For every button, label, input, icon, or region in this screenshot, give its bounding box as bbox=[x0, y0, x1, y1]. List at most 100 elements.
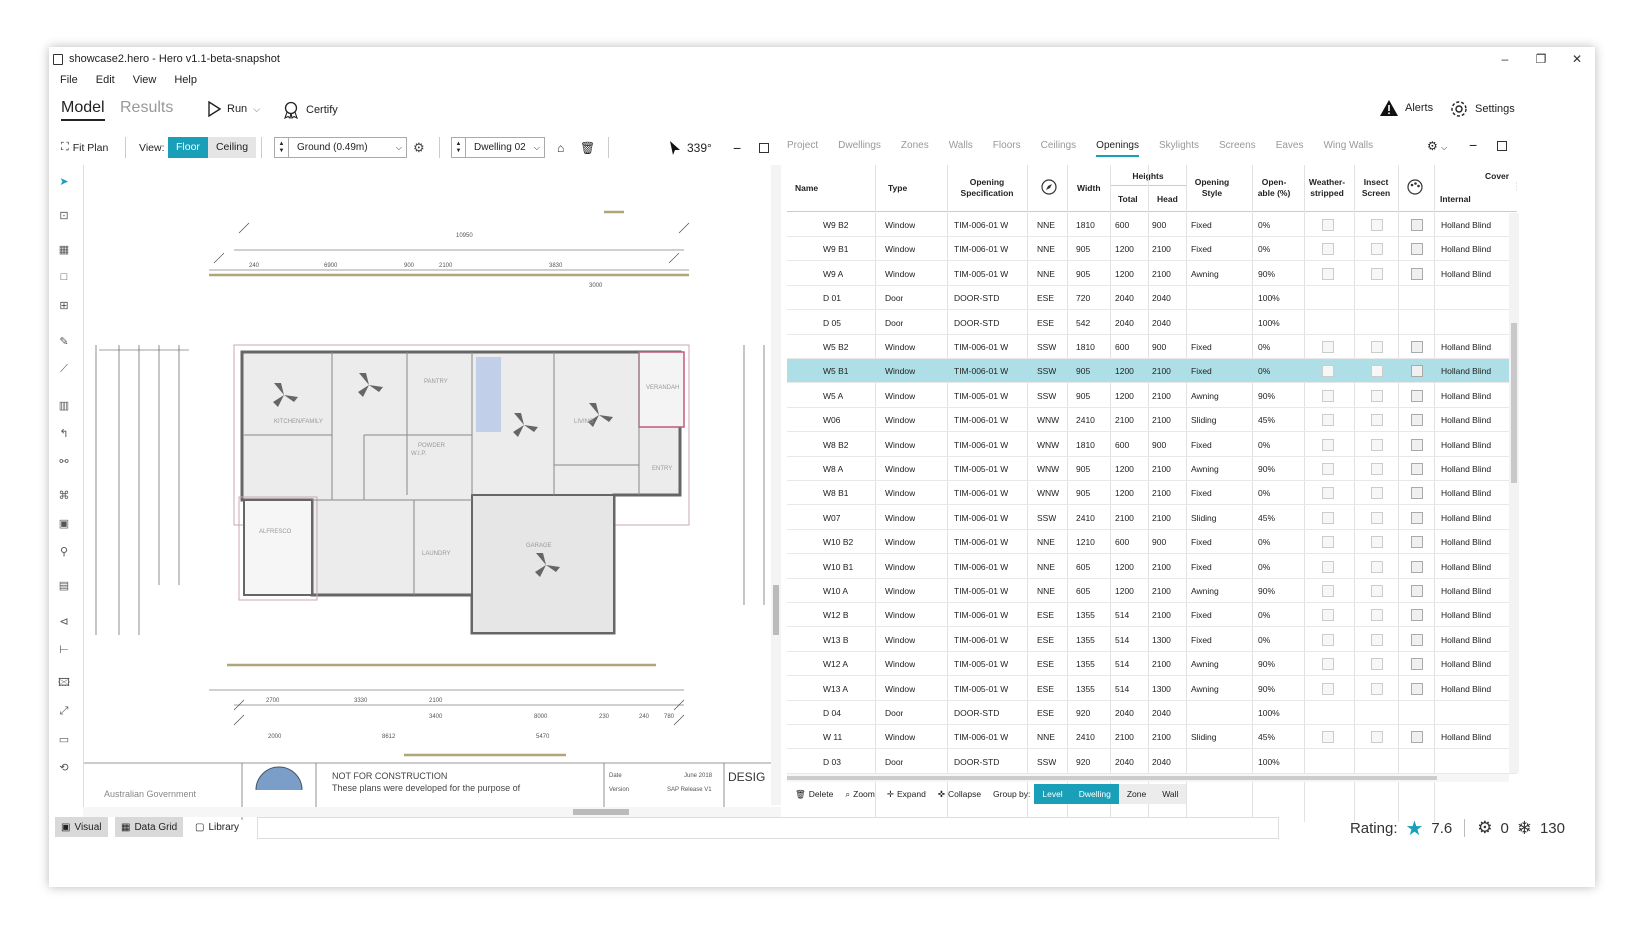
col-total[interactable]: Total bbox=[1118, 194, 1138, 205]
delete-button[interactable]: 🗑 Delete bbox=[795, 789, 833, 800]
cell-internal-cover[interactable]: Holland Blind bbox=[1441, 237, 1491, 261]
cell-spec[interactable]: TIM-006-01 W bbox=[954, 506, 1008, 530]
insect-screen-checkbox[interactable] bbox=[1371, 682, 1383, 695]
tab-model[interactable]: Model bbox=[61, 99, 105, 121]
orientation-control[interactable]: 339° bbox=[667, 137, 712, 158]
cell-type[interactable]: Door bbox=[885, 750, 903, 774]
cell-width[interactable]: 1355 bbox=[1076, 603, 1095, 627]
cell-type[interactable]: Window bbox=[885, 652, 915, 676]
alerts-button[interactable]: Alerts bbox=[1379, 99, 1433, 117]
cell-internal-cover[interactable]: Holland Blind bbox=[1441, 628, 1491, 652]
visual-button[interactable]: ▣ Visual bbox=[55, 817, 108, 837]
tab-openings[interactable]: Openings bbox=[1096, 135, 1139, 157]
cell-name[interactable]: D 04 bbox=[823, 701, 841, 725]
cell-style[interactable]: Awning bbox=[1191, 384, 1219, 408]
cell-style[interactable]: Fixed bbox=[1191, 335, 1212, 359]
weatherstripped-checkbox[interactable] bbox=[1322, 536, 1334, 549]
table-row[interactable]: D 05 Door DOOR-STD ESE 542 2040 2040 100% bbox=[787, 311, 1517, 335]
cell-head-height[interactable]: 2100 bbox=[1152, 481, 1171, 505]
cell-total-height[interactable]: 1200 bbox=[1115, 481, 1134, 505]
close-button[interactable]: ✕ bbox=[1559, 47, 1595, 71]
table-row[interactable]: W5 A Window TIM-005-01 W SSW 905 1200 2100 Awni… bbox=[787, 384, 1517, 408]
col-head[interactable]: Head bbox=[1157, 194, 1178, 205]
tab-ceilings[interactable]: Ceilings bbox=[1041, 135, 1077, 157]
cell-spec[interactable]: TIM-005-01 W bbox=[954, 384, 1008, 408]
cell-width[interactable]: 920 bbox=[1076, 701, 1090, 725]
cell-width[interactable]: 905 bbox=[1076, 237, 1090, 261]
cell-total-height[interactable]: 514 bbox=[1115, 603, 1129, 627]
col-internal[interactable]: Internal bbox=[1440, 194, 1471, 205]
group-level[interactable]: Level bbox=[1034, 784, 1071, 804]
cover-checkbox[interactable] bbox=[1411, 560, 1423, 573]
tab-walls[interactable]: Walls bbox=[949, 135, 973, 157]
table-row[interactable]: W9 B1 Window TIM-006-01 W NNE 905 1200 2100 Fix… bbox=[787, 237, 1517, 262]
table-row[interactable]: W12 B Window TIM-006-01 W ESE 1355 514 2100 Fix… bbox=[787, 603, 1517, 628]
grid-maximize-button[interactable] bbox=[1497, 141, 1507, 151]
insect-screen-checkbox[interactable] bbox=[1371, 267, 1383, 280]
insect-screen-checkbox[interactable] bbox=[1371, 341, 1383, 353]
cell-openable[interactable]: 0% bbox=[1258, 555, 1270, 579]
cell-type[interactable]: Door bbox=[885, 701, 903, 725]
cell-openable[interactable]: 0% bbox=[1258, 628, 1270, 652]
dwelling-stepper[interactable]: ▲ ▼ bbox=[452, 138, 466, 157]
cell-openable[interactable]: 90% bbox=[1258, 384, 1275, 408]
door-tool-icon[interactable]: ↰ bbox=[56, 425, 72, 441]
col-width[interactable]: Width bbox=[1077, 183, 1101, 194]
menu-edit[interactable]: Edit bbox=[85, 71, 122, 89]
tab-screens[interactable]: Screens bbox=[1219, 135, 1256, 157]
grid-settings-button[interactable]: ⚙ ⌵ bbox=[1427, 139, 1447, 153]
cell-internal-cover[interactable]: Holland Blind bbox=[1441, 408, 1491, 432]
cell-type[interactable]: Window bbox=[885, 530, 915, 554]
table-row[interactable]: W10 B2 Window TIM-006-01 W NNE 1210 600 900 Fix… bbox=[787, 530, 1517, 555]
cell-spec[interactable]: TIM-005-01 W bbox=[954, 579, 1008, 603]
cell-spec[interactable]: TIM-006-01 W bbox=[954, 725, 1008, 749]
cell-openable[interactable]: 100% bbox=[1258, 750, 1280, 774]
cell-name[interactable]: W9 B1 bbox=[823, 237, 849, 261]
cell-style[interactable]: Fixed bbox=[1191, 628, 1212, 652]
cell-name[interactable]: W10 B1 bbox=[823, 555, 853, 579]
cell-spec[interactable]: TIM-006-01 W bbox=[954, 237, 1008, 261]
cell-orientation[interactable]: NNE bbox=[1037, 579, 1055, 603]
cell-orientation[interactable]: NNE bbox=[1037, 213, 1055, 237]
tab-skylights[interactable]: Skylights bbox=[1159, 135, 1199, 157]
cover-checkbox[interactable] bbox=[1411, 731, 1423, 744]
cell-head-height[interactable]: 900 bbox=[1152, 433, 1166, 457]
cell-openable[interactable]: 45% bbox=[1258, 725, 1275, 749]
cover-checkbox[interactable] bbox=[1411, 365, 1423, 378]
scale-tool-icon[interactable]: ⤢ bbox=[56, 703, 72, 719]
table-row[interactable]: W10 B1 Window TIM-006-01 W NNE 605 1200 2100 Fi… bbox=[787, 555, 1517, 579]
cell-orientation[interactable]: SSW bbox=[1037, 384, 1056, 408]
cell-type[interactable]: Window bbox=[885, 213, 915, 237]
cell-orientation[interactable]: ESE bbox=[1037, 701, 1054, 725]
table-row[interactable]: W13 A Window TIM-005-01 W ESE 1355 514 1300 Awn… bbox=[787, 677, 1517, 701]
select-tool-icon[interactable]: ➤ bbox=[56, 173, 72, 189]
weatherstripped-checkbox[interactable] bbox=[1322, 731, 1334, 744]
table-row[interactable]: D 03 Door DOOR-STD SSW 920 2040 2040 100% bbox=[787, 750, 1517, 774]
insect-screen-checkbox[interactable] bbox=[1371, 365, 1383, 378]
cover-checkbox[interactable] bbox=[1411, 609, 1423, 622]
branch-tool-icon[interactable]: ⊢ bbox=[56, 641, 72, 657]
cell-head-height[interactable]: 2100 bbox=[1152, 384, 1171, 408]
table-row[interactable]: W9 B2 Window TIM-006-01 W NNE 1810 600 900 Fixe… bbox=[787, 213, 1517, 237]
cell-name[interactable]: W5 A bbox=[823, 384, 843, 408]
menu-help[interactable]: Help bbox=[163, 71, 204, 89]
cell-orientation[interactable]: ESE bbox=[1037, 628, 1054, 652]
cell-name[interactable]: D 01 bbox=[823, 286, 841, 310]
cell-head-height[interactable]: 2040 bbox=[1152, 286, 1171, 310]
cell-spec[interactable]: TIM-006-01 W bbox=[954, 481, 1008, 505]
zoom-out-button[interactable]: − bbox=[733, 137, 741, 158]
cell-total-height[interactable]: 1200 bbox=[1115, 579, 1134, 603]
weatherstripped-checkbox[interactable] bbox=[1322, 658, 1334, 671]
cell-width[interactable]: 2410 bbox=[1076, 725, 1095, 749]
cell-orientation[interactable]: WNW bbox=[1037, 481, 1059, 505]
dwelling-tool-icon[interactable]: ⊡ bbox=[56, 207, 72, 223]
split-tool-icon[interactable]: ⊲ bbox=[56, 613, 72, 629]
col-cover[interactable]: Cover bbox=[1485, 171, 1509, 182]
menu-file[interactable]: File bbox=[49, 71, 85, 89]
grid-tool-icon[interactable]: ▣ bbox=[56, 515, 72, 531]
cell-orientation[interactable]: NNE bbox=[1037, 530, 1055, 554]
cell-style[interactable]: Sliding bbox=[1191, 725, 1217, 749]
ruler-tool-icon[interactable]: ▭ bbox=[56, 731, 72, 747]
cell-width[interactable]: 605 bbox=[1076, 579, 1090, 603]
cell-name[interactable]: W06 bbox=[823, 408, 840, 432]
